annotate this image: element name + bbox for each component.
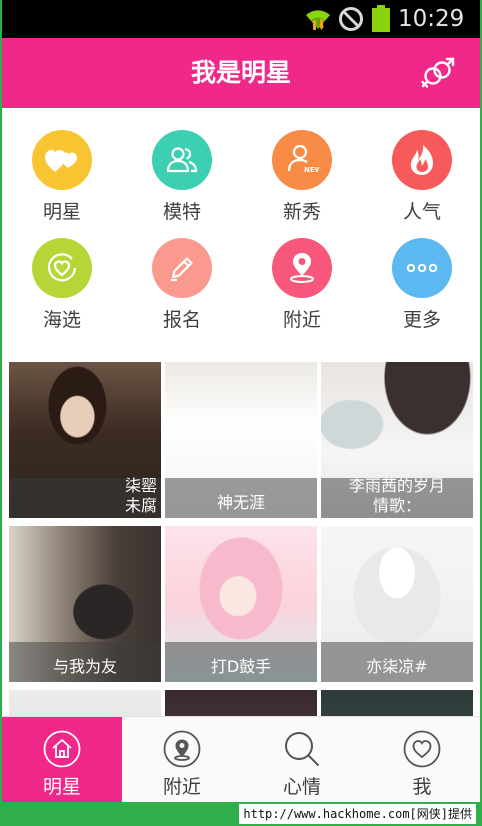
category-star[interactable]: 明星 bbox=[2, 108, 122, 223]
hearts-icon bbox=[45, 150, 77, 172]
photo-caption: 与我为友 bbox=[52, 657, 117, 676]
nav-label: 附近 bbox=[162, 776, 201, 798]
nav-label: 心情 bbox=[282, 776, 321, 798]
wifi-icon bbox=[306, 10, 330, 30]
photo-grid: 柒罂 未腐 神无涯 李雨茜的岁月 情歌： 与我为友 打D鼓手 亦柒凉# bbox=[2, 354, 480, 716]
nav-tab-mood[interactable]: 心情 bbox=[242, 717, 362, 802]
nav-tab-nearby[interactable]: 附近 bbox=[122, 717, 242, 802]
photo-tile[interactable] bbox=[321, 690, 473, 716]
category-circle bbox=[32, 130, 92, 190]
photo-caption: 神无涯 bbox=[216, 493, 265, 512]
search-icon bbox=[285, 732, 319, 766]
svg-text:NEW: NEW bbox=[304, 166, 319, 174]
device-frame: 10:29 我是明星 明星 模特 NEW 新秀 人气 海选 报名 附近 更多 柒… bbox=[0, 0, 482, 826]
home-icon bbox=[43, 730, 81, 768]
category-popular[interactable]: 人气 bbox=[362, 108, 480, 223]
page-title: 我是明星 bbox=[190, 58, 291, 87]
category-circle bbox=[392, 130, 452, 190]
nav-label: 我 bbox=[412, 776, 432, 798]
category-model[interactable]: 模特 bbox=[122, 108, 242, 223]
photo-caption: 亦柒凉# bbox=[366, 657, 428, 676]
category-label: 海选 bbox=[42, 309, 81, 331]
photo-caption: 柒罂 未腐 bbox=[124, 476, 157, 515]
battery-icon bbox=[372, 5, 390, 32]
category-audition[interactable]: 海选 bbox=[2, 216, 122, 331]
category-label: 报名 bbox=[162, 309, 201, 331]
photo-tile[interactable]: 与我为友 bbox=[9, 526, 161, 682]
category-circle bbox=[152, 130, 212, 190]
category-circle bbox=[152, 238, 212, 298]
photo-tile[interactable] bbox=[165, 690, 317, 716]
new-person-icon: NEW bbox=[287, 144, 319, 174]
category-circle bbox=[392, 238, 452, 298]
category-circle bbox=[32, 238, 92, 298]
nav-label: 明星 bbox=[42, 776, 81, 798]
no-sim-icon bbox=[339, 7, 363, 31]
category-more[interactable]: 更多 bbox=[362, 216, 480, 331]
phone-screen: 10:29 我是明星 明星 模特 NEW 新秀 人气 海选 报名 附近 更多 柒… bbox=[2, 0, 480, 802]
photo-tile[interactable]: 柒罂 未腐 bbox=[9, 362, 161, 518]
nav-tab-star[interactable]: 明星 bbox=[2, 717, 122, 802]
pencil-icon bbox=[171, 257, 193, 282]
flame-icon bbox=[410, 145, 433, 175]
category-label: 附近 bbox=[282, 309, 321, 331]
category-signup[interactable]: 报名 bbox=[122, 216, 242, 331]
photo-caption: 李雨茜的岁月 情歌： bbox=[348, 476, 445, 515]
gender-symbol-icon bbox=[421, 57, 455, 88]
watermark-text: http://www.hackhome.com[网侠]提供 bbox=[239, 804, 476, 824]
category-nearby[interactable]: 附近 bbox=[242, 216, 362, 331]
category-circle: NEW bbox=[272, 130, 332, 190]
location-pin-icon bbox=[163, 730, 201, 768]
app-bar: 我是明星 bbox=[2, 38, 480, 108]
people-icon bbox=[166, 147, 198, 173]
nav-tab-me[interactable]: 我 bbox=[362, 717, 480, 802]
bottom-nav: 明星 附近 心情 我 bbox=[2, 716, 480, 802]
photo-tile[interactable]: 亦柒凉# bbox=[321, 526, 473, 682]
status-time: 10:29 bbox=[398, 6, 465, 32]
heart-circle-icon bbox=[47, 253, 77, 282]
photo-tile[interactable]: 打D鼓手 bbox=[165, 526, 317, 682]
category-label: 更多 bbox=[402, 309, 441, 331]
photo-tile[interactable]: 李雨茜的岁月 情歌： bbox=[321, 362, 473, 518]
watermark-strip: http://www.hackhome.com[网侠]提供 bbox=[0, 802, 482, 826]
more-dots-icon bbox=[406, 263, 438, 273]
photo-image bbox=[9, 690, 161, 716]
photo-image bbox=[165, 690, 317, 716]
category-grid: 明星 模特 NEW 新秀 人气 海选 报名 附近 更多 bbox=[2, 108, 480, 354]
photo-image bbox=[321, 690, 473, 716]
gender-filter-button[interactable] bbox=[416, 52, 460, 96]
heart-circle-icon bbox=[403, 730, 441, 768]
photo-tile[interactable]: 神无涯 bbox=[165, 362, 317, 518]
photo-tile[interactable] bbox=[9, 690, 161, 716]
location-pin-icon bbox=[290, 253, 314, 283]
category-circle bbox=[272, 238, 332, 298]
photo-caption: 打D鼓手 bbox=[210, 657, 272, 676]
status-bar: 10:29 bbox=[2, 0, 480, 38]
category-newcomer[interactable]: NEW 新秀 bbox=[242, 108, 362, 223]
